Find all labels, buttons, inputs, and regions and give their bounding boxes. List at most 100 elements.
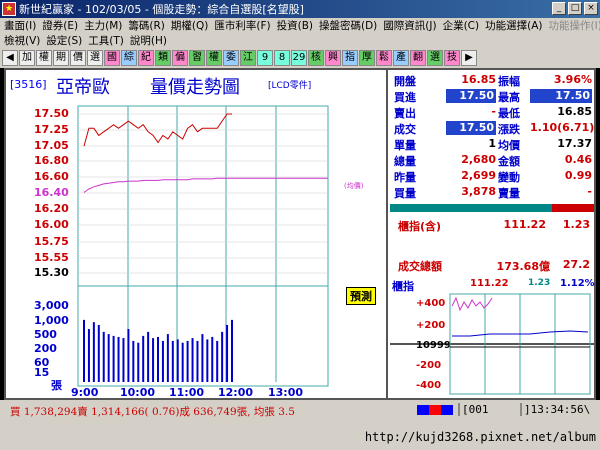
menu-item[interactable]: 主力(M) — [84, 18, 122, 33]
quote-label: 買進 — [394, 91, 416, 104]
title-bar: ★ 新世紀贏家 - 102/03/05 - 個股走勢：綜合自選股[名望股] _ … — [0, 0, 600, 18]
toolbar-button[interactable]: 紀 — [138, 50, 154, 66]
toolbar-button[interactable]: 選 — [427, 50, 443, 66]
mini-chart-svg — [449, 293, 591, 395]
menu-item[interactable]: 畫面(I) — [4, 18, 36, 33]
volume-bar — [201, 334, 204, 382]
menu-item[interactable]: 說明(H) — [130, 33, 167, 48]
toolbar-button[interactable]: 權 — [206, 50, 222, 66]
otc-index-chart[interactable]: 櫃指 111.22 1.23 1.12% +400 +200 10999 -200 -4… — [390, 276, 595, 398]
toolbar-button[interactable]: 習 — [189, 50, 205, 66]
toolbar-button[interactable]: 價 — [70, 50, 86, 66]
toolbar-button[interactable]: 指 — [342, 50, 358, 66]
turnover-change: 27.2 — [562, 258, 590, 271]
toolbar-button[interactable]: 29 — [291, 50, 307, 66]
menu-item[interactable]: 國際資訊(J) — [383, 18, 436, 33]
toolbar-button[interactable]: ▶ — [461, 50, 477, 66]
buy-sell-strip — [390, 204, 594, 212]
menu-item[interactable]: 證券(E) — [42, 18, 78, 33]
toolbar-button[interactable]: 鬆 — [376, 50, 392, 66]
index-value: 111.22 — [503, 218, 546, 231]
volume-bar — [97, 324, 100, 382]
minimize-button[interactable]: _ — [552, 2, 566, 15]
volume-bar — [132, 340, 135, 382]
price-volume-chart[interactable] — [6, 70, 388, 398]
menu-item[interactable]: 設定(S) — [46, 33, 82, 48]
quote-label: 最低 — [498, 107, 520, 120]
quote-label: 賣量 — [498, 187, 520, 200]
toolbar-button[interactable]: ◀ — [2, 50, 18, 66]
volume-bar — [152, 338, 155, 382]
quote-value: 2,680 — [461, 153, 496, 166]
volume-bar — [107, 334, 110, 382]
menu-item[interactable]: 功能操作(I) — [549, 18, 600, 33]
toolbar-button[interactable]: 技 — [444, 50, 460, 66]
volume-bar — [231, 319, 233, 382]
volume-bar — [206, 339, 209, 382]
volume-bar — [171, 340, 174, 382]
volume-bar — [117, 336, 120, 382]
toolbar-button[interactable]: 選 — [87, 50, 103, 66]
toolbar-button[interactable]: 期 — [53, 50, 69, 66]
volume-bar — [186, 340, 189, 382]
status-time: ]13:34:56\ — [520, 403, 590, 416]
turnover-value: 173.68億 — [496, 260, 550, 273]
toolbar-button[interactable]: 核 — [308, 50, 324, 66]
toolbar-button[interactable]: 類 — [155, 50, 171, 66]
volume-bar — [102, 331, 105, 382]
quote-value: 3,878 — [461, 185, 496, 198]
toolbar-button[interactable]: 偏 — [172, 50, 188, 66]
menu-item[interactable]: 檢視(V) — [4, 33, 40, 48]
maximize-button[interactable]: □ — [568, 2, 582, 15]
volume-bar — [191, 338, 194, 382]
volume-bar — [181, 342, 184, 382]
menu-item[interactable]: 匯市利率(F) — [214, 18, 270, 33]
menu-item[interactable]: 籌碼(R) — [128, 18, 165, 33]
index-change: 1.23 — [562, 218, 590, 231]
toolbar-button[interactable]: 厚 — [359, 50, 375, 66]
toolbar-button[interactable]: 興 — [325, 50, 341, 66]
menu-item[interactable]: 功能選擇(A) — [485, 18, 542, 33]
chart-pane: [3516] 亞帝歐 量價走勢圖 [LCD零件] (均價) 17.50 17.25… — [6, 70, 388, 399]
estimate-badge[interactable]: 預測 — [346, 287, 376, 305]
volume-bar — [137, 342, 140, 382]
menu-row-1: 畫面(I) 證券(E) 主力(M) 籌碼(R) 期權(Q) 匯市利率(F) 投資(B) 操盤密… — [0, 18, 600, 33]
volume-bar — [221, 331, 224, 382]
toolbar-button[interactable]: 江 — [240, 50, 256, 66]
toolbar-button[interactable]: 權 — [36, 50, 52, 66]
volume-bar — [176, 339, 179, 382]
quote-label: 最高 — [498, 91, 520, 104]
menu-item[interactable]: 投資(B) — [277, 18, 313, 33]
menu-bar: 畫面(I) 證券(E) 主力(M) 籌碼(R) 期權(Q) 匯市利率(F) 投資(B) 操盤密… — [0, 18, 600, 48]
quote-value: 17.50 — [446, 121, 496, 135]
toolbar-button[interactable]: 委 — [223, 50, 239, 66]
toolbar-button[interactable]: 加 — [19, 50, 35, 66]
toolbar-button[interactable]: 國 — [104, 50, 120, 66]
quote-label: 開盤 — [394, 75, 416, 88]
quote-label: 漲跌 — [498, 123, 520, 136]
quote-value: 17.37 — [557, 137, 592, 150]
status-code[interactable]: [001 — [458, 403, 489, 416]
volume-bar — [211, 336, 214, 382]
quote-label: 買量 — [394, 187, 416, 200]
close-button[interactable]: × — [584, 2, 598, 15]
volume-bar — [216, 340, 219, 382]
quote-value: 2,699 — [461, 169, 496, 182]
menu-item[interactable]: 期權(Q) — [171, 18, 208, 33]
toolbar-button[interactable]: 產 — [393, 50, 409, 66]
menu-item[interactable]: 企業(C) — [443, 18, 480, 33]
toolbar-button[interactable]: 綜 — [121, 50, 137, 66]
quote-value: 17.50 — [530, 89, 592, 103]
main-panel: [3516] 亞帝歐 量價走勢圖 [LCD零件] (均價) 17.50 17.25… — [4, 68, 596, 400]
quote-value: 0.46 — [564, 153, 592, 166]
volume-bar — [112, 335, 115, 382]
volume-bar — [142, 335, 145, 382]
toolbar-button[interactable]: 翻 — [410, 50, 426, 66]
quote-value: 1.10(6.71) — [530, 121, 595, 134]
menu-item[interactable]: 操盤密碼(D) — [319, 18, 377, 33]
status-bar: 買 1,738,294賣 1,314,166( 0.76)成 636,749張,… — [0, 400, 600, 422]
volume-bar — [83, 319, 85, 382]
toolbar-button[interactable]: 8 — [274, 50, 290, 66]
toolbar-button[interactable]: 9 — [257, 50, 273, 66]
menu-item[interactable]: 工具(T) — [88, 33, 124, 48]
